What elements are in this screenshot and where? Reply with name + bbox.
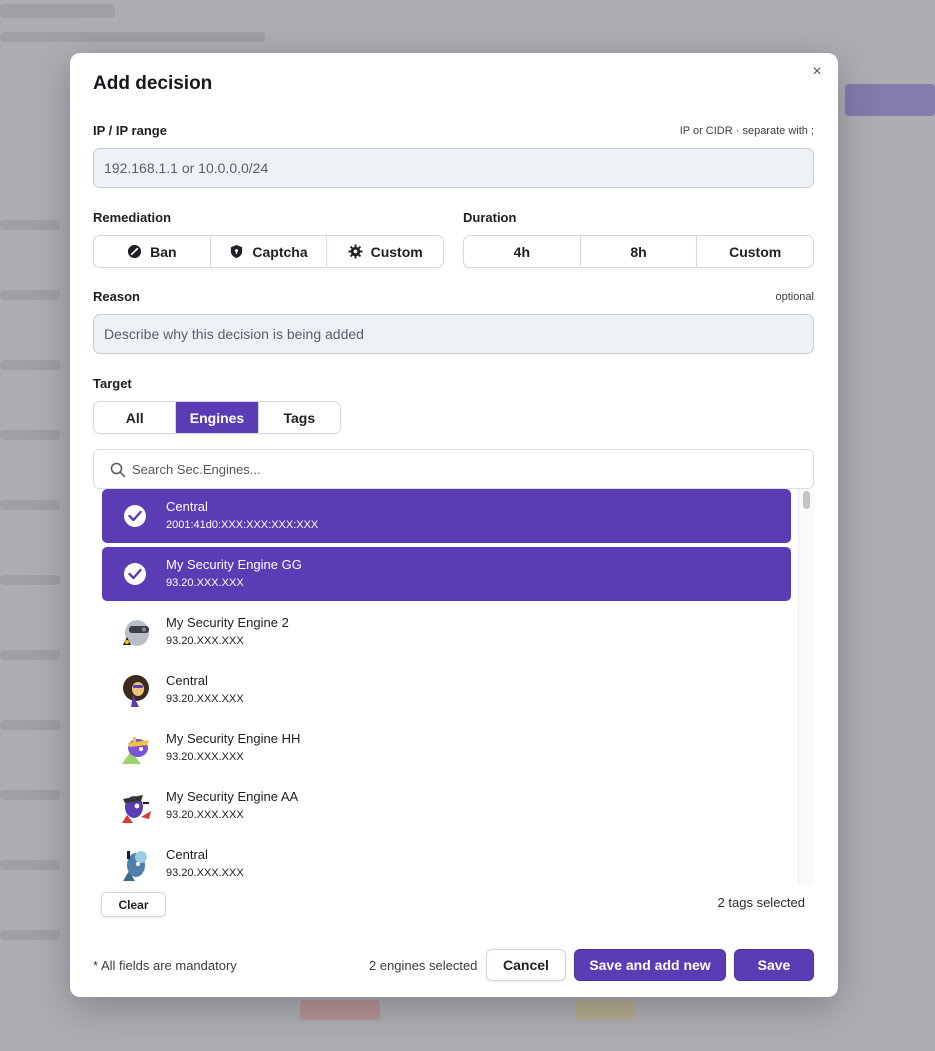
engine-ip: 2001:41d0:XXX:XXX:XXX:XXX: [166, 519, 319, 531]
reason-label: Reason: [93, 289, 140, 304]
search-input[interactable]: [132, 458, 792, 480]
ip-input[interactable]: [93, 148, 814, 188]
engine-row[interactable]: My Security Engine GG 93.20.XXX.XXX: [102, 547, 791, 601]
duration-label: Duration: [463, 210, 517, 225]
mascot-goggles-avatar: [123, 620, 149, 646]
engines-selected-count: 2 engines selected: [369, 958, 478, 973]
ip-label: IP / IP range: [93, 123, 167, 138]
tab-tags[interactable]: Tags: [259, 402, 340, 433]
engine-name: My Security Engine HH: [166, 731, 301, 746]
target-tabs: All Engines Tags: [93, 401, 341, 434]
scrollbar-thumb[interactable]: [803, 491, 810, 509]
shield-icon: [231, 244, 243, 259]
add-decision-modal: Add decision × IP / IP range IP or CIDR …: [70, 53, 838, 997]
engine-name: Central: [166, 847, 208, 862]
engine-row[interactable]: My Security Engine AA 93.20.XXX.XXX: [102, 779, 791, 833]
remediation-label: Remediation: [93, 210, 172, 225]
modal-title: Add decision: [93, 73, 213, 94]
engine-row[interactable]: My Security Engine HH 93.20.XXX.XXX: [102, 721, 791, 775]
tags-selected-count: 2 tags selected: [717, 895, 805, 910]
engine-list: Central 2001:41d0:XXX:XXX:XXX:XXX My Sec…: [102, 489, 814, 885]
tab-all[interactable]: All: [94, 402, 177, 433]
remediation-ban-label: Ban: [150, 243, 177, 260]
engine-name: Central: [166, 673, 208, 688]
search-icon: [110, 462, 126, 478]
engine-ip: 93.20.XXX.XXX: [166, 751, 244, 763]
check-icon: [124, 505, 146, 527]
reason-input[interactable]: [93, 314, 814, 354]
engine-row[interactable]: Central 2001:41d0:XXX:XXX:XXX:XXX: [102, 489, 791, 543]
duration-8h-option[interactable]: 8h: [581, 236, 698, 267]
save-button[interactable]: Save: [734, 949, 814, 981]
engine-row[interactable]: Central 93.20.XXX.XXX: [102, 837, 791, 885]
ip-hint: IP or CIDR · separate with ;: [679, 125, 814, 137]
reason-optional-hint: optional: [775, 291, 814, 303]
engine-row[interactable]: My Security Engine 2 93.20.XXX.XXX: [102, 605, 791, 659]
engine-ip: 93.20.XXX.XXX: [166, 693, 244, 705]
duration-4h-option[interactable]: 4h: [464, 236, 581, 267]
remediation-selector: Ban Captcha Custom: [93, 235, 444, 268]
tab-engines[interactable]: Engines: [176, 402, 259, 433]
save-and-add-new-button[interactable]: Save and add new: [574, 949, 726, 981]
engine-name: Central: [166, 499, 208, 514]
duration-selector: 4h 8h Custom: [463, 235, 814, 268]
engine-name: My Security Engine AA: [166, 789, 299, 804]
mascot-blue-avatar: [123, 851, 147, 881]
engine-list-scrollbar[interactable]: [798, 489, 814, 885]
engine-ip: 93.20.XXX.XXX: [166, 867, 244, 879]
engine-ip: 93.20.XXX.XXX: [166, 635, 244, 647]
engine-name: My Security Engine GG: [166, 557, 302, 572]
duration-custom-option[interactable]: Custom: [697, 236, 813, 267]
engine-row[interactable]: Central 93.20.XXX.XXX: [102, 663, 791, 717]
engine-ip: 93.20.XXX.XXX: [166, 577, 244, 589]
remediation-captcha-option[interactable]: Captcha: [211, 236, 328, 267]
remediation-ban-option[interactable]: Ban: [94, 236, 211, 267]
clear-button[interactable]: Clear: [101, 892, 166, 917]
remediation-custom-option[interactable]: Custom: [327, 236, 443, 267]
remediation-custom-label: Custom: [370, 243, 423, 260]
mascot-purple-avatar: [122, 737, 149, 764]
target-label: Target: [93, 376, 132, 391]
mascot-circle-avatar: [123, 675, 149, 707]
remediation-captcha-label: Captcha: [252, 243, 308, 260]
engine-name: My Security Engine 2: [166, 615, 289, 630]
mascot-hat-avatar: [122, 795, 151, 823]
mandatory-fields-note: * All fields are mandatory: [93, 958, 237, 973]
ban-icon: [128, 244, 142, 259]
close-icon[interactable]: ×: [810, 64, 824, 80]
gear-icon: [348, 244, 363, 259]
engine-search: [93, 449, 814, 489]
engine-ip: 93.20.XXX.XXX: [166, 809, 244, 821]
cancel-button[interactable]: Cancel: [486, 949, 566, 981]
check-icon: [124, 563, 146, 585]
